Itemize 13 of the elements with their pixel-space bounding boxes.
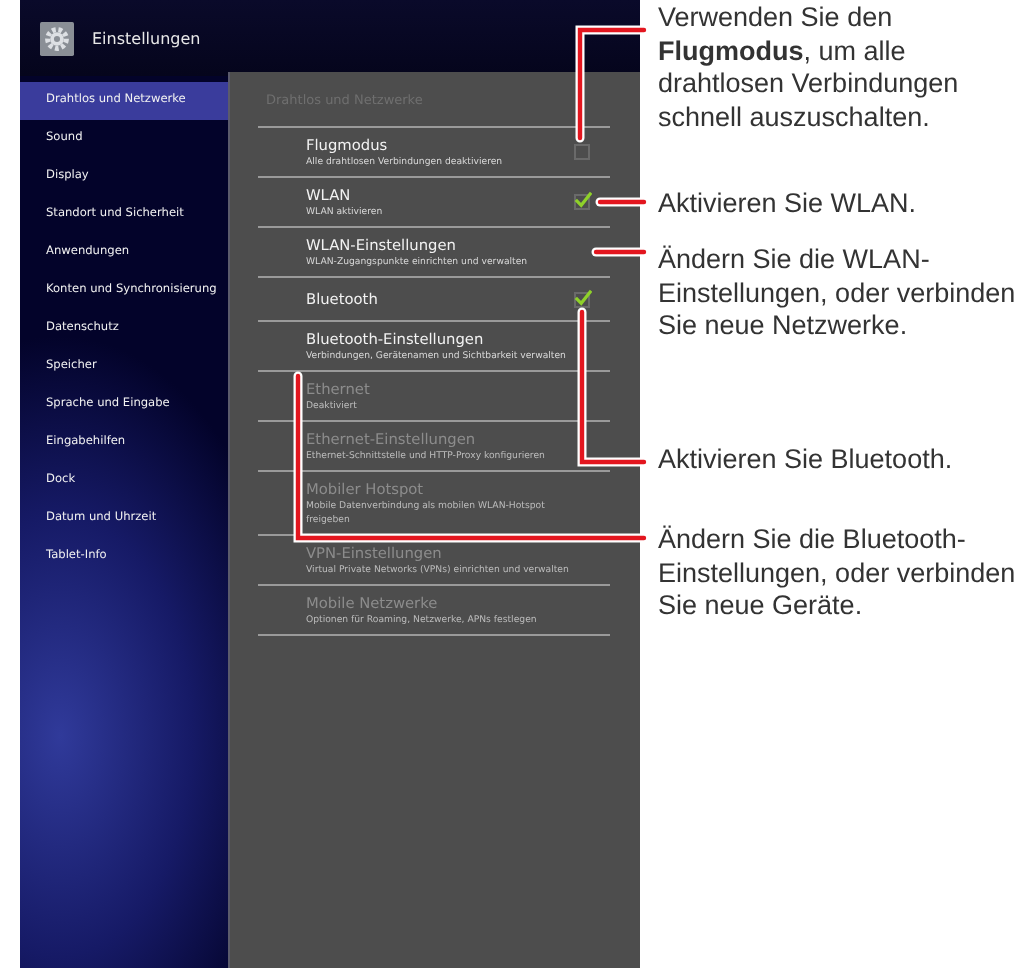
checkbox[interactable] [574,194,590,210]
checkbox[interactable] [574,291,590,307]
callout-text: Aktivieren Sie WLAN. [658,188,919,222]
settings-icon [40,21,74,55]
leader-line [591,247,649,257]
callout-text: Aktivieren Sie Bluetooth. [658,444,955,478]
callout-text: Ändern Sie die WLAN-Einstellungen, oder verbinden Sie neue Netzwerke. [658,244,1018,344]
leader-line [595,197,649,207]
callout-text: Ändern Sie die Bluetooth-Einstellungen, oder verbinden Sie neue Geräte. [658,524,1018,624]
window-title: Einstellungen [92,29,201,47]
checkbox[interactable] [574,144,590,160]
callout-text: Verwenden Sie den Flugmodus, um alle drahtlosen Verbindungen schnell auszuschalten. [658,2,961,135]
leader-line [575,25,649,143]
